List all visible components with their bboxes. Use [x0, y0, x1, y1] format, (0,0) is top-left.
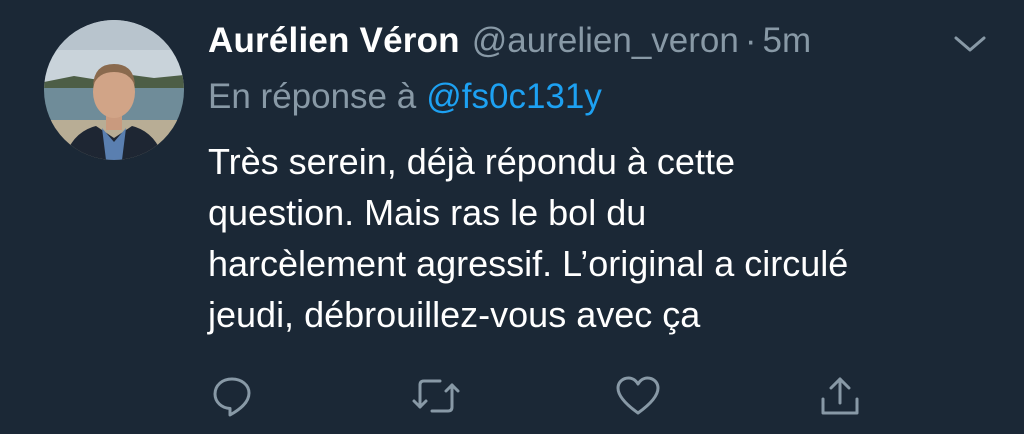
like-button[interactable] [610, 368, 666, 424]
tweet-text: Très serein, déjà répondu à cette questi… [208, 136, 1008, 340]
tweet-header: Aurélien Véron @aurelien_veron · 5m [208, 18, 811, 64]
tweet-text-line: jeudi, débrouillez-vous avec ça [208, 294, 701, 335]
share-button[interactable] [812, 368, 868, 424]
tweet-card[interactable]: Aurélien Véron @aurelien_veron · 5m En r… [0, 0, 1024, 434]
action-bar [0, 368, 1024, 428]
reply-prefix: En réponse à [208, 77, 417, 116]
tweet-text-line: question. Mais ras le bol du [208, 192, 647, 233]
avatar-photo [44, 20, 184, 160]
separator-dot: · [744, 21, 757, 60]
avatar[interactable] [44, 20, 184, 160]
reply-mention-link[interactable]: @fs0c131y [426, 77, 602, 117]
tweet-text-line: Très serein, déjà répondu à cette [208, 141, 735, 182]
retweet-icon [412, 379, 460, 413]
reply-icon [213, 377, 251, 417]
author-name[interactable]: Aurélien Véron [208, 21, 460, 61]
tweet-text-line: harcèlement agressif. L’original a circu… [208, 243, 849, 284]
chevron-down-icon [954, 36, 986, 52]
author-handle[interactable]: @aurelien_veron [472, 21, 739, 61]
share-icon [821, 377, 859, 415]
reply-button[interactable] [204, 368, 260, 424]
retweet-button[interactable] [408, 368, 464, 424]
reply-context: En réponse à @fs0c131y [208, 74, 602, 120]
timestamp[interactable]: 5m [763, 21, 812, 61]
menu-button[interactable] [950, 32, 990, 56]
heart-icon [616, 376, 660, 415]
